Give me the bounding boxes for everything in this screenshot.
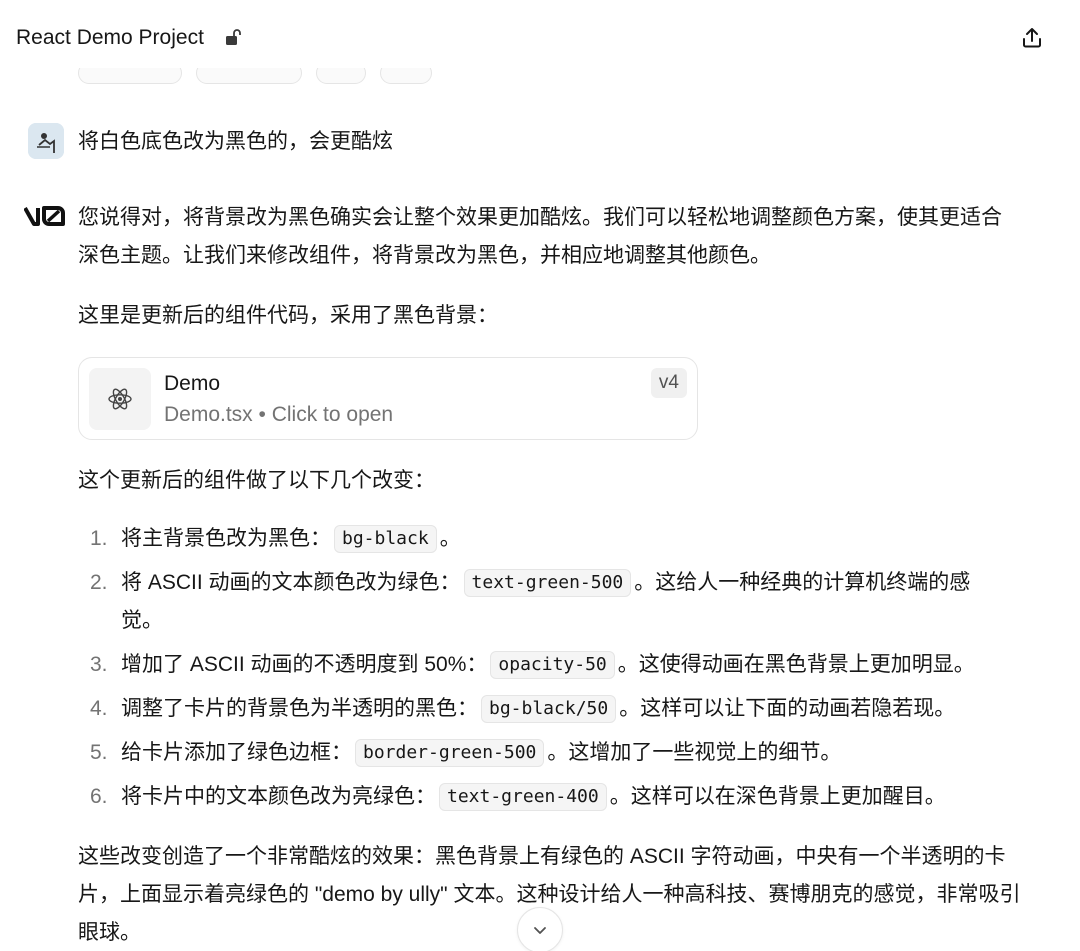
item-text: 给卡片添加了绿色边框： [121,741,352,764]
v0-logo-icon [23,205,66,227]
changes-intro: 这个更新后的组件做了以下几个改变： [78,469,435,492]
item-text: 。这使得动画在黑色背景上更加明显。 [617,653,975,676]
assistant-here-text: 这里是更新后的组件代码，采用了黑色背景： [78,304,498,327]
code-file-card[interactable]: Demo Demo.tsx • Click to open v4 [78,357,698,440]
chip[interactable] [78,68,182,84]
card-title: Demo [164,372,221,395]
share-upload-icon [1023,28,1041,48]
chevron-down-icon [534,927,546,934]
list-number: 1. [90,527,108,550]
inline-code: opacity-50 [490,651,615,679]
list-number: 6. [90,785,108,808]
item-text: 将主背景色改为黑色： [121,527,331,550]
share-button[interactable] [1016,22,1048,54]
item-text: 。这样可以在深色背景上更加醒目。 [609,785,946,808]
inline-code: bg-black [334,525,437,553]
react-atom-icon [108,388,132,410]
user-message-text: 将白色底色改为黑色的，会更酷炫 [78,130,393,153]
unlocked-lock-icon[interactable] [224,27,244,47]
item-text: 。这样可以让下面的动画若隐若现。 [619,697,956,720]
version-badge: v4 [650,368,687,398]
assistant-message: 您说得对，将背景改为黑色确实会让整个效果更加酷炫。我们可以轻松地调整颜色方案，使… [78,199,1028,951]
list-number: 3. [90,653,108,676]
list-item: 4. 调整了卡片的背景色为半透明的黑色： bg-black/50 。这样可以让下面的动… [78,690,1008,728]
list-item: 3. 增加了 ASCII 动画的不透明度到 50%： opacity-50 。这使得动… [78,646,1008,684]
card-icon-box [89,368,151,430]
user-avatar[interactable] [28,123,64,159]
inline-code: bg-black/50 [481,695,617,723]
chip[interactable] [380,68,432,84]
inline-code: border-green-500 [355,739,545,767]
inline-code: text-green-500 [463,569,632,597]
item-text: 将卡片中的文本颜色改为亮绿色： [121,785,436,808]
scroll-down-button[interactable] [517,907,563,951]
chip[interactable] [196,68,302,84]
list-item: 2. 将 ASCII 动画的文本颜色改为绿色： text-green-500 。这给人… [78,564,1008,640]
list-number: 4. [90,697,108,720]
item-text: 增加了 ASCII 动画的不透明度到 50%： [121,653,488,676]
project-title[interactable]: React Demo Project [16,25,204,51]
assistant-intro: 您说得对，将背景改为黑色确实会让整个效果更加酷炫。我们可以轻松地调整颜色方案，使… [78,206,1002,267]
item-text: 调整了卡片的背景色为半透明的黑色： [121,697,478,720]
list-item: 1. 将主背景色改为黑色： bg-black。 [78,520,1008,558]
previous-message-chips [78,68,438,88]
item-text: 将 ASCII 动画的文本颜色改为绿色： [121,571,461,594]
item-text: 。 [439,527,461,550]
list-item: 5. 给卡片添加了绿色边框： border-green-500 。这增加了一些视觉上的… [78,734,1008,772]
inline-code: text-green-400 [439,783,607,811]
item-text: 。这增加了一些视觉上的细节。 [547,741,842,764]
list-item: 6. 将卡片中的文本颜色改为亮绿色： text-green-400 。这样可以在深色背… [78,778,1008,816]
chip[interactable] [316,68,366,84]
list-number: 2. [90,571,108,594]
card-subtitle: Demo.tsx • Click to open [164,403,394,426]
changes-list: 1. 将主背景色改为黑色： bg-black。 2. 将 ASCII 动画的文本颜色改… [78,520,1028,816]
list-number: 5. [90,741,108,764]
chat-page: React Demo Project 将白色底色改为黑色的，会更酷炫 您说得对，… [0,0,1080,951]
top-header: React Demo Project [0,0,1080,84]
